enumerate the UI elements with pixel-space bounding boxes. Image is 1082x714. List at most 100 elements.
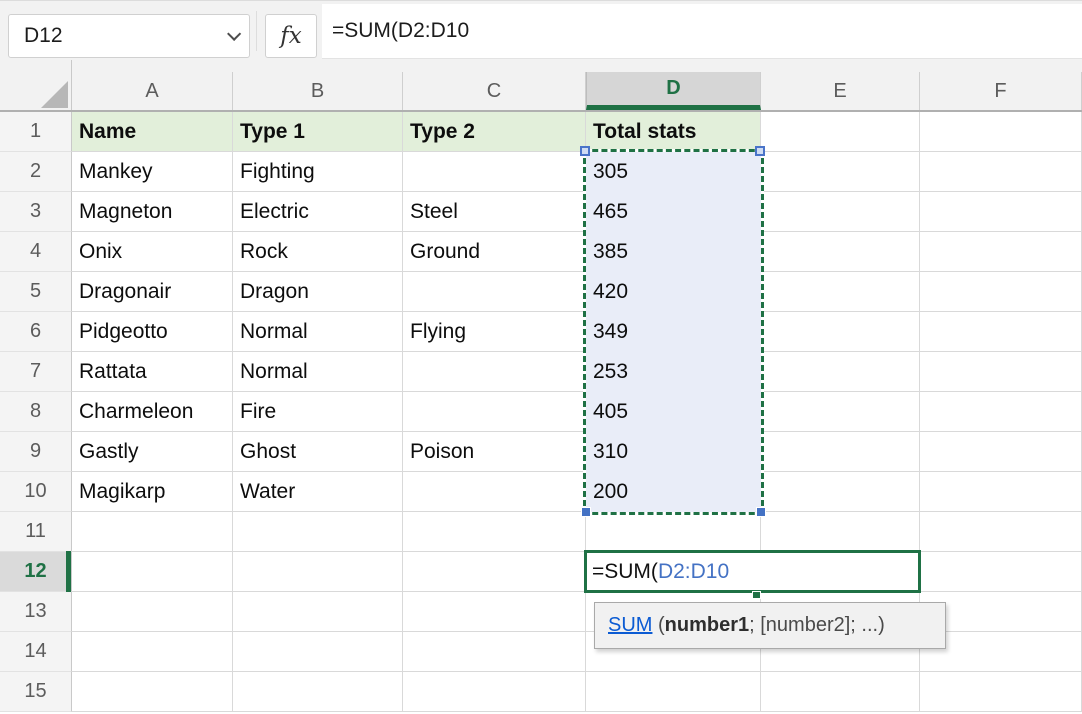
cell-C15[interactable] (403, 672, 586, 712)
cell-B1[interactable]: Type 1 (233, 112, 403, 152)
selection-handle-top-right[interactable] (755, 146, 765, 156)
row-header-13[interactable]: 13 (0, 592, 72, 632)
column-header-D[interactable]: D (586, 60, 761, 110)
cell-E2[interactable] (761, 152, 920, 192)
cell-F9[interactable] (920, 432, 1082, 472)
cell-D5[interactable]: 420 (586, 272, 761, 312)
cell-C11[interactable] (403, 512, 586, 552)
cell-C7[interactable] (403, 352, 586, 392)
cell-A3[interactable]: Magneton (72, 192, 233, 232)
row-header-15[interactable]: 15 (0, 672, 72, 712)
cell-A11[interactable] (72, 512, 233, 552)
cell-F11[interactable] (920, 512, 1082, 552)
cell-C5[interactable] (403, 272, 586, 312)
cell-E10[interactable] (761, 472, 920, 512)
cell-C3[interactable]: Steel (403, 192, 586, 232)
cell-F4[interactable] (920, 232, 1082, 272)
cell-C9[interactable]: Poison (403, 432, 586, 472)
sum-function-link[interactable]: SUM (608, 614, 652, 637)
cell-E3[interactable] (761, 192, 920, 232)
cell-C4[interactable]: Ground (403, 232, 586, 272)
cell-C14[interactable] (403, 632, 586, 672)
cell-F2[interactable] (920, 152, 1082, 192)
cell-B15[interactable] (233, 672, 403, 712)
cell-F5[interactable] (920, 272, 1082, 312)
cell-B2[interactable]: Fighting (233, 152, 403, 192)
column-header-E[interactable]: E (761, 60, 920, 110)
row-header-2[interactable]: 2 (0, 152, 72, 192)
cell-D9[interactable]: 310 (586, 432, 761, 472)
cell-A4[interactable]: Onix (72, 232, 233, 272)
cell-C2[interactable] (403, 152, 586, 192)
cell-C12[interactable] (403, 552, 586, 592)
fill-handle[interactable] (752, 591, 761, 599)
cell-E11[interactable] (761, 512, 920, 552)
cell-A2[interactable]: Mankey (72, 152, 233, 192)
cell-editor-D12[interactable]: =SUM(D2:D10 (584, 550, 921, 593)
cell-A6[interactable]: Pidgeotto (72, 312, 233, 352)
cell-A12[interactable] (72, 552, 233, 592)
cell-C6[interactable]: Flying (403, 312, 586, 352)
row-header-9[interactable]: 9 (0, 432, 72, 472)
cell-F7[interactable] (920, 352, 1082, 392)
cell-B9[interactable]: Ghost (233, 432, 403, 472)
cell-D10[interactable]: 200 (586, 472, 761, 512)
cell-E1[interactable] (761, 112, 920, 152)
cell-F3[interactable] (920, 192, 1082, 232)
column-header-A[interactable]: A (72, 60, 233, 110)
row-header-1[interactable]: 1 (0, 112, 72, 152)
selection-handle-bottom-left[interactable] (581, 507, 591, 517)
cell-D7[interactable]: 253 (586, 352, 761, 392)
selection-handle-bottom-right[interactable] (756, 507, 766, 517)
chevron-down-icon[interactable] (227, 27, 241, 41)
cell-B13[interactable] (233, 592, 403, 632)
cell-B4[interactable]: Rock (233, 232, 403, 272)
row-header-14[interactable]: 14 (0, 632, 72, 672)
row-header-11[interactable]: 11 (0, 512, 72, 552)
cell-E9[interactable] (761, 432, 920, 472)
cell-E15[interactable] (761, 672, 920, 712)
row-header-12[interactable]: 12 (0, 552, 72, 592)
column-header-F[interactable]: F (920, 60, 1082, 110)
cell-B3[interactable]: Electric (233, 192, 403, 232)
cell-F6[interactable] (920, 312, 1082, 352)
cell-E6[interactable] (761, 312, 920, 352)
cell-B12[interactable] (233, 552, 403, 592)
cell-B14[interactable] (233, 632, 403, 672)
insert-function-button[interactable]: fx (265, 14, 317, 58)
row-header-10[interactable]: 10 (0, 472, 72, 512)
cell-C13[interactable] (403, 592, 586, 632)
row-header-8[interactable]: 8 (0, 392, 72, 432)
cell-B8[interactable]: Fire (233, 392, 403, 432)
cell-A7[interactable]: Rattata (72, 352, 233, 392)
cell-A8[interactable]: Charmeleon (72, 392, 233, 432)
cell-B11[interactable] (233, 512, 403, 552)
formula-input[interactable]: =SUM(D2:D10 (322, 4, 1082, 59)
cell-D3[interactable]: 465 (586, 192, 761, 232)
cell-E5[interactable] (761, 272, 920, 312)
cell-B6[interactable]: Normal (233, 312, 403, 352)
cell-C8[interactable] (403, 392, 586, 432)
cell-D8[interactable]: 405 (586, 392, 761, 432)
row-header-4[interactable]: 4 (0, 232, 72, 272)
cell-A5[interactable]: Dragonair (72, 272, 233, 312)
cell-D4[interactable]: 385 (586, 232, 761, 272)
select-all-corner[interactable] (0, 60, 72, 110)
selection-handle-top-left[interactable] (580, 146, 590, 156)
cell-D6[interactable]: 349 (586, 312, 761, 352)
cell-B5[interactable]: Dragon (233, 272, 403, 312)
cell-A9[interactable]: Gastly (72, 432, 233, 472)
cell-D15[interactable] (586, 672, 761, 712)
cell-D2[interactable]: 305 (586, 152, 761, 192)
row-header-7[interactable]: 7 (0, 352, 72, 392)
cell-E4[interactable] (761, 232, 920, 272)
cell-A14[interactable] (72, 632, 233, 672)
row-header-3[interactable]: 3 (0, 192, 72, 232)
cell-E8[interactable] (761, 392, 920, 432)
column-header-B[interactable]: B (233, 60, 403, 110)
name-box[interactable]: D12 (8, 14, 250, 58)
row-header-6[interactable]: 6 (0, 312, 72, 352)
cell-F8[interactable] (920, 392, 1082, 432)
cell-A1[interactable]: Name (72, 112, 233, 152)
cell-F12[interactable] (920, 552, 1082, 592)
